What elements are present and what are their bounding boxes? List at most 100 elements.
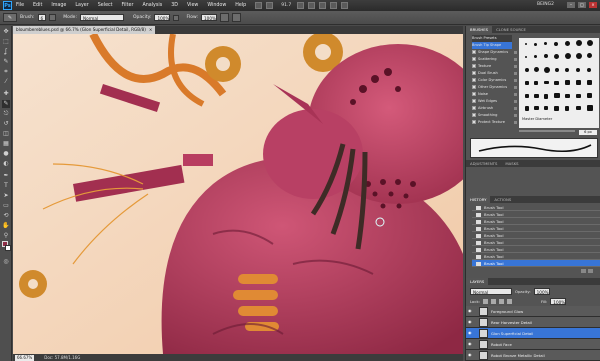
brush-tip-swatch[interactable]: [565, 80, 570, 85]
brush-tip-swatch[interactable]: [525, 43, 527, 45]
history-item[interactable]: Brush Tool: [472, 211, 600, 218]
brush-tip-swatch[interactable]: [587, 80, 592, 85]
brush-tip-swatch[interactable]: [544, 94, 548, 99]
background-color-swatch[interactable]: [5, 245, 11, 251]
lock-icon[interactable]: [514, 72, 517, 75]
lock-icon[interactable]: [514, 51, 517, 54]
history-item[interactable]: Brush Tool: [472, 253, 600, 260]
mode-select[interactable]: Normal: [79, 14, 124, 21]
lock-icon[interactable]: [514, 86, 517, 89]
brush-tip-swatch[interactable]: [587, 53, 592, 58]
brush-tip-swatch[interactable]: [525, 56, 527, 58]
brush-tip-grid[interactable]: Master Diameter: [519, 38, 599, 128]
history-item[interactable]: Brush Tool: [472, 232, 600, 239]
lock-icon[interactable]: [514, 58, 517, 61]
checkbox[interactable]: [472, 85, 476, 89]
history-item[interactable]: Brush Tool: [472, 218, 600, 225]
document-tab[interactable]: bloumbereblues.psd @ 66.7% (Glon Superfi…: [13, 26, 156, 34]
menu-file[interactable]: File: [16, 3, 24, 8]
noise-item[interactable]: Noise: [472, 91, 517, 98]
checkbox[interactable]: [472, 106, 476, 110]
workspace-switcher[interactable]: BEING2: [537, 2, 554, 7]
tab-actions[interactable]: ACTIONS: [490, 196, 515, 203]
brush-tip-swatch[interactable]: [565, 68, 569, 72]
texture-item[interactable]: Texture: [472, 63, 517, 70]
smoothing-item[interactable]: Smoothing: [472, 112, 517, 119]
menu-image[interactable]: Image: [51, 3, 66, 8]
lock-icon[interactable]: [514, 79, 517, 82]
history-item[interactable]: Brush Tool: [472, 239, 600, 246]
brush-tip-swatch[interactable]: [554, 42, 558, 46]
tab-layers[interactable]: LAYERS: [466, 278, 489, 285]
arrange-documents-icon[interactable]: [330, 2, 338, 9]
pen-tool-icon[interactable]: ✒: [2, 172, 10, 180]
close-button[interactable]: ×: [589, 2, 597, 8]
eraser-tool-icon[interactable]: ◫: [2, 130, 10, 138]
visibility-eye-icon[interactable]: ◉: [468, 309, 473, 313]
brush-tip-swatch[interactable]: [576, 40, 582, 46]
airbrush-toggle-icon[interactable]: [220, 13, 230, 22]
status-zoom-field[interactable]: 66.67%: [15, 354, 35, 361]
brush-tip-swatch[interactable]: [525, 106, 529, 111]
brush-tip-swatch[interactable]: [576, 68, 580, 72]
checkbox[interactable]: [472, 113, 476, 117]
quick-select-tool-icon[interactable]: ✎: [2, 58, 10, 66]
brush-tip-swatch[interactable]: [576, 106, 581, 110]
dual-brush-item[interactable]: Dual Brush: [472, 70, 517, 77]
layer-fill-field[interactable]: 100%: [550, 297, 567, 305]
lock-icon[interactable]: [514, 93, 517, 96]
brush-tip-swatch[interactable]: [587, 105, 593, 111]
brush-tip-swatch[interactable]: [576, 94, 581, 98]
doc-size-info[interactable]: Doc: 57.8M/1.16G: [44, 355, 80, 360]
pressure-size-icon[interactable]: [232, 13, 242, 22]
quick-mask-icon[interactable]: ◎: [2, 258, 10, 266]
brush-tip-swatch[interactable]: [565, 41, 570, 46]
lock-icon[interactable]: [514, 107, 517, 110]
brush-presets-button[interactable]: Brush Presets: [472, 35, 512, 42]
master-diameter-field[interactable]: 6 px: [579, 130, 597, 135]
brush-tip-swatch[interactable]: [534, 94, 539, 98]
menu-help[interactable]: Help: [235, 3, 246, 8]
zoom-tool-icon[interactable]: ⚲: [2, 232, 10, 240]
brush-tip-swatch[interactable]: [576, 53, 582, 59]
checkbox[interactable]: [472, 99, 476, 103]
visibility-eye-icon[interactable]: ◉: [468, 331, 473, 335]
menu-view[interactable]: View: [187, 3, 198, 8]
checkbox[interactable]: [472, 78, 476, 82]
lock-icon[interactable]: [514, 65, 517, 68]
brush-tip-swatch[interactable]: [565, 94, 570, 98]
crop-tool-icon[interactable]: ⌗: [2, 68, 10, 76]
layer-row[interactable]: ◉ Rear Harvester Detail: [466, 317, 600, 328]
lock-icon[interactable]: [514, 100, 517, 103]
checkbox[interactable]: [472, 120, 476, 124]
type-tool-icon[interactable]: T: [2, 182, 10, 190]
zoom-level-display[interactable]: 91.7: [281, 3, 291, 8]
eyedropper-tool-icon[interactable]: ⁄: [2, 78, 10, 86]
brush-tip-swatch[interactable]: [565, 106, 569, 111]
canvas[interactable]: [13, 34, 463, 354]
brush-size-picker[interactable]: 6: [37, 14, 47, 21]
tab-masks[interactable]: MASKS: [501, 160, 522, 167]
shape-tool-icon[interactable]: ▭: [2, 202, 10, 210]
brush-tip-swatch[interactable]: [544, 42, 547, 45]
layer-opacity-field[interactable]: 100%: [533, 287, 550, 295]
shape-dynamics-item[interactable]: Shape Dynamics: [472, 49, 517, 56]
color-dynamics-item[interactable]: Color Dynamics: [472, 77, 517, 84]
brush-tool-icon[interactable]: ✎: [2, 100, 10, 108]
hand-tool-icon[interactable]: ✋: [2, 222, 10, 230]
brush-tip-swatch[interactable]: [544, 106, 548, 110]
gradient-tool-icon[interactable]: ▦: [2, 140, 10, 148]
marquee-tool-icon[interactable]: ⬚: [2, 38, 10, 46]
history-item[interactable]: Brush Tool: [472, 246, 600, 253]
layer-row[interactable]: ◉ Robot Bronze Metallic Detail: [466, 350, 600, 361]
brush-tip-swatch[interactable]: [587, 40, 593, 46]
visibility-eye-icon[interactable]: ◉: [468, 342, 473, 346]
visibility-eye-icon[interactable]: ◉: [468, 353, 473, 357]
layer-row[interactable]: ◉ Foreground Glow: [466, 306, 600, 317]
history-item-active[interactable]: Brush Tool: [472, 260, 600, 267]
lock-icon[interactable]: [514, 114, 517, 117]
history-item[interactable]: Brush Tool: [472, 204, 600, 211]
tab-clone-source[interactable]: CLONE SOURCE: [492, 26, 530, 33]
maximize-button[interactable]: □: [578, 2, 586, 8]
brush-tip-swatch[interactable]: [534, 55, 537, 58]
